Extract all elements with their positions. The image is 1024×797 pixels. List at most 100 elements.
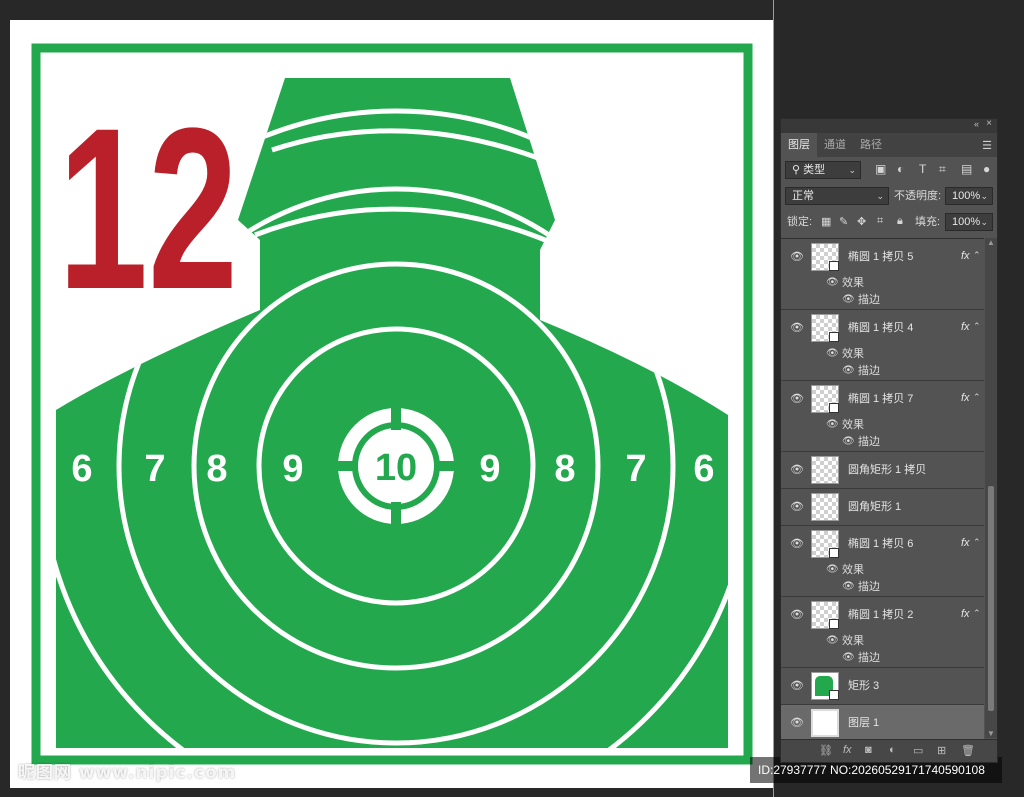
tab-paths[interactable]: 路径: [853, 133, 889, 157]
fx-icon[interactable]: fx: [961, 250, 970, 262]
tab-channels[interactable]: 通道: [817, 133, 853, 157]
bullseye-gap-bottom: [391, 502, 401, 526]
stroke-effect-row[interactable]: 👁︎ 描边: [781, 363, 984, 380]
layer-item[interactable]: 👁︎ 椭圆 1 拷贝 4 fx ⌃ 👁︎ 效果 👁︎ 描边: [781, 310, 984, 381]
new-layer-icon[interactable]: ⊞: [937, 744, 946, 757]
effects-row[interactable]: 👁︎ 效果: [781, 562, 984, 579]
hamburger-menu-icon[interactable]: ☰: [982, 139, 992, 152]
chevron-up-icon[interactable]: ⌃: [973, 608, 981, 619]
lock-brush-icon[interactable]: ✎: [839, 215, 848, 228]
visibility-eye-icon[interactable]: 👁︎: [826, 564, 839, 575]
layer-thumbnail: [811, 709, 839, 737]
layer-item[interactable]: 👁︎ 矩形 3: [781, 668, 984, 705]
layer-thumbnail: [811, 385, 839, 413]
chevron-up-icon[interactable]: ⌃: [973, 537, 981, 548]
ring-label: 6: [693, 448, 714, 490]
close-icon[interactable]: ×: [986, 118, 992, 129]
effects-label: 效果: [842, 635, 864, 647]
layer-name: 椭圆 1 拷贝 2: [848, 609, 914, 621]
document-canvas[interactable]: 10 6 7 8 9 9 8 7 6 12: [10, 20, 773, 788]
filter-kind-select[interactable]: ⚲ 类型 ⌄: [785, 161, 861, 179]
visibility-eye-icon[interactable]: 👁︎: [790, 608, 804, 621]
layer-name: 圆角矩形 1: [848, 501, 902, 513]
scroll-up-icon[interactable]: ▲: [987, 238, 995, 247]
effects-row[interactable]: 👁︎ 效果: [781, 417, 984, 434]
adjustment-icon[interactable]: ◐: [889, 744, 896, 756]
layers-panel: « × 图层 通道 路径 ☰ ⚲ 类型 ⌄ ▣ ◐ T ⌗ ▤ ● 正常 ⌄ 不…: [780, 118, 998, 763]
layer-item[interactable]: 👁︎ 椭圆 1 拷贝 2 fx ⌃ 👁︎ 效果 👁︎ 描边: [781, 597, 984, 668]
collapse-icon[interactable]: «: [974, 119, 979, 129]
visibility-eye-icon[interactable]: 👁︎: [790, 500, 804, 513]
visibility-eye-icon[interactable]: 👁︎: [790, 463, 804, 476]
layer-item[interactable]: 👁︎ 圆角矩形 1 拷贝: [781, 452, 984, 489]
layer-item[interactable]: 👁︎ 圆角矩形 1: [781, 489, 984, 526]
target-artwork: 10 6 7 8 9 9 8 7 6 12: [31, 43, 753, 765]
stroke-effect-row[interactable]: 👁︎ 描边: [781, 579, 984, 596]
lock-move-icon[interactable]: ✥: [857, 215, 866, 228]
visibility-eye-icon[interactable]: 👁︎: [790, 679, 804, 692]
visibility-eye-icon[interactable]: 👁︎: [790, 250, 804, 263]
lock-all-icon[interactable]: 🔒︎: [897, 215, 903, 228]
image-filter-icon[interactable]: ▣: [875, 162, 886, 176]
layer-item[interactable]: 👁︎ 椭圆 1 拷贝 6 fx ⌃ 👁︎ 效果 👁︎ 描边: [781, 526, 984, 597]
layer-name: 矩形 3: [848, 680, 880, 692]
lock-artboard-icon[interactable]: ⌗: [877, 215, 883, 228]
visibility-eye-icon[interactable]: 👁︎: [826, 635, 839, 646]
trash-icon[interactable]: 🗑︎: [961, 744, 975, 757]
stroke-effect-row[interactable]: 👁︎ 描边: [781, 650, 984, 667]
fx-icon[interactable]: fx: [961, 537, 970, 549]
opacity-input[interactable]: 100% ⌄: [945, 187, 993, 205]
visibility-eye-icon[interactable]: 👁︎: [842, 294, 855, 305]
visibility-eye-icon[interactable]: 👁︎: [790, 321, 804, 334]
lock-transparency-icon[interactable]: ▦: [821, 215, 831, 228]
fx-icon[interactable]: fx: [961, 608, 970, 620]
mask-icon[interactable]: ◙: [865, 744, 872, 756]
visibility-eye-icon[interactable]: 👁︎: [826, 277, 839, 288]
visibility-eye-icon[interactable]: 👁︎: [790, 537, 804, 550]
effects-row[interactable]: 👁︎ 效果: [781, 633, 984, 650]
chevron-up-icon[interactable]: ⌃: [973, 250, 981, 261]
smart-object-filter-icon[interactable]: ▤: [961, 162, 972, 176]
fx-icon[interactable]: fx: [843, 744, 852, 756]
stroke-label: 描边: [858, 436, 880, 448]
blend-mode-select[interactable]: 正常 ⌄: [785, 187, 889, 205]
opacity-value: 100%: [952, 190, 981, 202]
layer-item[interactable]: 👁︎ 椭圆 1 拷贝 7 fx ⌃ 👁︎ 效果 👁︎ 描边: [781, 381, 984, 452]
layer-item[interactable]: 👁︎ 椭圆 1 拷贝 5 fx ⌃ 👁︎ 效果 👁︎ 描边: [781, 239, 984, 310]
stroke-effect-row[interactable]: 👁︎ 描边: [781, 434, 984, 451]
stroke-effect-row[interactable]: 👁︎ 描边: [781, 292, 984, 309]
tab-layers[interactable]: 图层: [781, 133, 817, 157]
chevron-up-icon[interactable]: ⌃: [973, 321, 981, 332]
ring-label: 7: [625, 448, 646, 490]
visibility-eye-icon[interactable]: 👁︎: [790, 716, 804, 729]
effects-row[interactable]: 👁︎ 效果: [781, 346, 984, 363]
fill-input[interactable]: 100% ⌄: [945, 213, 993, 231]
filter-toggle-icon[interactable]: ●: [983, 162, 990, 176]
layer-name: 椭圆 1 拷贝 6: [848, 538, 914, 550]
filter-row: ⚲ 类型 ⌄ ▣ ◐ T ⌗ ▤ ●: [781, 157, 997, 183]
scroll-down-icon[interactable]: ▼: [987, 729, 995, 738]
adjustment-filter-icon[interactable]: ◐: [897, 162, 904, 176]
type-filter-icon[interactable]: T: [919, 162, 926, 176]
folder-icon[interactable]: ▭: [913, 744, 923, 757]
shape-filter-icon[interactable]: ⌗: [939, 162, 946, 177]
layer-item[interactable]: 👁︎ 图层 1: [781, 705, 984, 739]
visibility-eye-icon[interactable]: 👁︎: [842, 365, 855, 376]
effects-row[interactable]: 👁︎ 效果: [781, 275, 984, 292]
fx-icon[interactable]: fx: [961, 392, 970, 404]
fx-icon[interactable]: fx: [961, 321, 970, 333]
visibility-eye-icon[interactable]: 👁︎: [842, 436, 855, 447]
visibility-eye-icon[interactable]: 👁︎: [842, 652, 855, 663]
layers-scrollbar[interactable]: ▲ ▼: [985, 238, 997, 738]
effects-label: 效果: [842, 564, 864, 576]
layers-list: 👁︎ 椭圆 1 拷贝 5 fx ⌃ 👁︎ 效果 👁︎ 描边 👁︎ 椭圆 1 拷贝…: [781, 238, 984, 739]
shape-badge-icon: [829, 548, 839, 558]
link-icon[interactable]: ⛓︎: [819, 744, 833, 757]
visibility-eye-icon[interactable]: 👁︎: [826, 348, 839, 359]
layer-thumbnail: [811, 601, 839, 629]
visibility-eye-icon[interactable]: 👁︎: [790, 392, 804, 405]
visibility-eye-icon[interactable]: 👁︎: [826, 419, 839, 430]
visibility-eye-icon[interactable]: 👁︎: [842, 581, 855, 592]
scrollbar-thumb[interactable]: [988, 486, 994, 711]
chevron-up-icon[interactable]: ⌃: [973, 392, 981, 403]
